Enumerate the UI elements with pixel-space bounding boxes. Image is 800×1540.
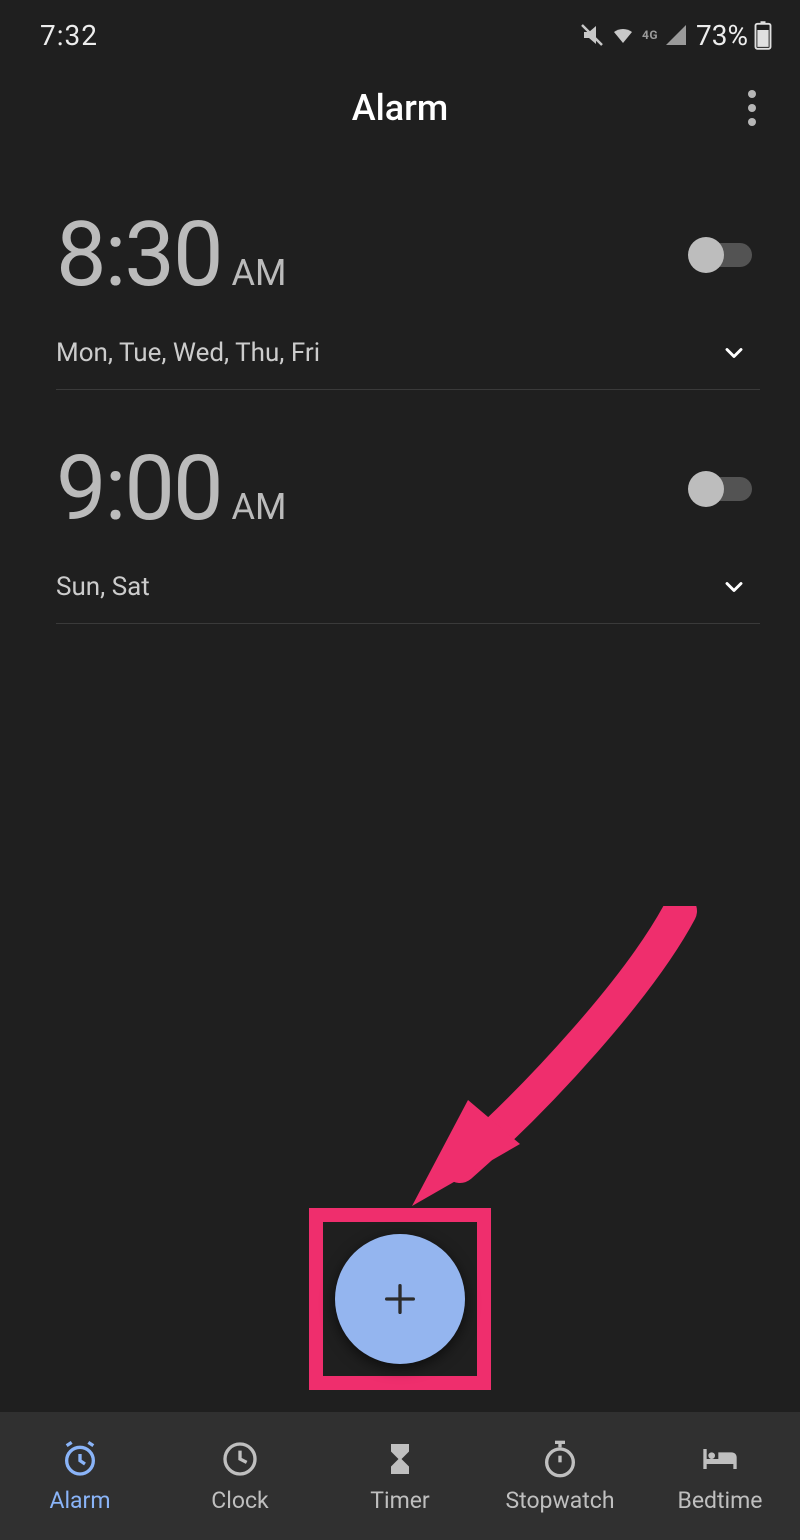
alarm-list: 8:30 AM Mon, Tue, Wed, Thu, Fri 9:00 AM [0, 156, 800, 624]
plus-icon [380, 1279, 420, 1319]
bed-icon [700, 1439, 740, 1479]
dot-icon [748, 90, 756, 98]
nav-alarm[interactable]: Alarm [0, 1412, 160, 1540]
dot-icon [748, 104, 756, 112]
nav-stopwatch[interactable]: Stopwatch [480, 1412, 640, 1540]
alarm-days: Mon, Tue, Wed, Thu, Fri [56, 338, 320, 368]
mute-icon [580, 23, 604, 47]
alarm-time-value: 8:30 [56, 202, 222, 307]
wifi-icon [610, 23, 636, 47]
clock-icon [220, 1439, 260, 1479]
toggle-knob [688, 237, 724, 273]
alarm-ampm: AM [232, 486, 287, 528]
alarm-ampm: AM [232, 252, 287, 294]
nav-label: Bedtime [678, 1487, 763, 1514]
expand-button[interactable] [718, 337, 750, 369]
app-header: Alarm [0, 60, 800, 156]
nav-bedtime[interactable]: Bedtime [640, 1412, 800, 1540]
nav-clock[interactable]: Clock [160, 1412, 320, 1540]
alarm-time-value: 9:00 [56, 436, 222, 541]
expand-button[interactable] [718, 571, 750, 603]
alarm-time[interactable]: 8:30 AM [56, 202, 286, 307]
stopwatch-icon [540, 1439, 580, 1479]
chevron-down-icon [727, 584, 741, 591]
battery-icon [754, 20, 772, 50]
battery-percent: 73% [696, 19, 748, 52]
overflow-menu-button[interactable] [728, 84, 776, 132]
alarm-item[interactable]: 9:00 AM Sun, Sat [56, 436, 760, 624]
status-time: 7:32 [40, 19, 98, 52]
alarm-days: Sun, Sat [56, 572, 150, 602]
alarm-time[interactable]: 9:00 AM [56, 436, 286, 541]
bottom-nav: Alarm Clock Timer Stopwatch Bedtime [0, 1412, 800, 1540]
fab-container [309, 1208, 491, 1390]
status-icons: 4G 73% [580, 19, 772, 52]
chevron-down-icon [727, 350, 741, 357]
nav-label: Stopwatch [505, 1487, 614, 1514]
status-bar: 7:32 4G 73% [0, 0, 800, 60]
page-title: Alarm [352, 87, 449, 129]
toggle-knob [688, 471, 724, 507]
hourglass-icon [380, 1439, 420, 1479]
annotation-arrow [380, 906, 700, 1226]
nav-label: Timer [370, 1487, 429, 1514]
nav-label: Clock [211, 1487, 268, 1514]
nav-label: Alarm [49, 1487, 110, 1514]
add-alarm-button[interactable] [335, 1234, 465, 1364]
alarm-icon [60, 1439, 100, 1479]
nav-timer[interactable]: Timer [320, 1412, 480, 1540]
alarm-toggle[interactable] [688, 237, 752, 273]
network-type-label: 4G [642, 28, 658, 42]
dot-icon [748, 118, 756, 126]
alarm-toggle[interactable] [688, 471, 752, 507]
signal-icon [664, 23, 688, 47]
alarm-item[interactable]: 8:30 AM Mon, Tue, Wed, Thu, Fri [56, 202, 760, 390]
